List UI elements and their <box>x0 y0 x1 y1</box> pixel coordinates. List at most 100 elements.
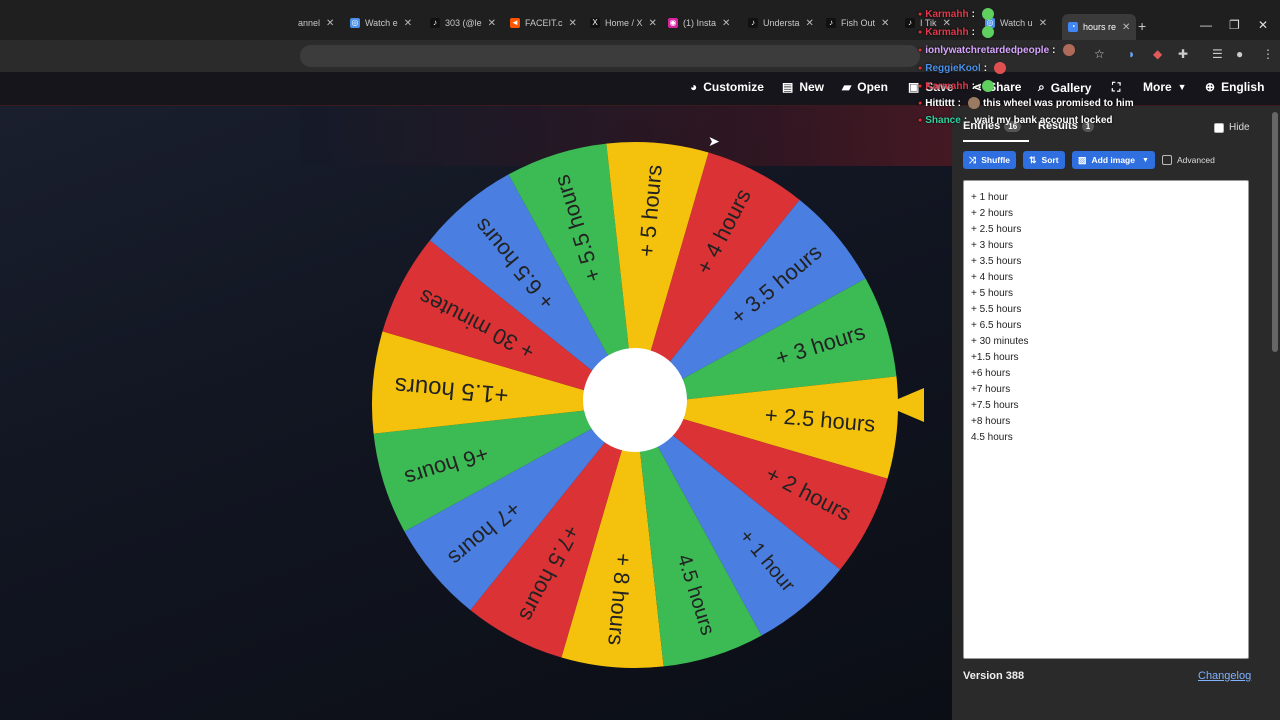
extension-icon[interactable]: ◆ <box>1153 47 1162 61</box>
globe-icon: ⊕ <box>1205 80 1216 94</box>
browser-tab[interactable]: ◄ FACEIT.c ✕ <box>510 10 577 36</box>
wheel-center-hub[interactable] <box>583 348 687 452</box>
close-tab-icon[interactable]: ✕ <box>488 18 496 29</box>
folder-icon: ▰ <box>842 80 852 94</box>
browser-tab[interactable]: ♪ Fish Out ✕ <box>826 10 889 36</box>
entries-textarea[interactable]: + 1 hour + 2 hours + 2.5 hours + 3 hours + 3… <box>963 180 1249 659</box>
chat-message: ● Karmahh : <box>918 26 997 38</box>
close-tab-icon[interactable]: ✕ <box>881 18 889 29</box>
tiktok-icon: ♪ <box>826 18 836 28</box>
close-window-button[interactable]: ✕ <box>1258 18 1268 32</box>
entry-line[interactable]: + 4 hours <box>971 270 1241 286</box>
open-button[interactable]: ▰ Open <box>842 80 888 94</box>
close-tab-icon[interactable]: ✕ <box>569 18 577 29</box>
gallery-button[interactable]: ⌕ Gallery <box>1038 80 1091 95</box>
shuffle-button[interactable]: ⤨ Shuffle <box>963 151 1017 169</box>
chat-text: this wheel was promised to him <box>983 97 1134 109</box>
extension-icon[interactable]: ◗ <box>1128 47 1135 61</box>
sort-button[interactable]: ⇅ Sort <box>1023 151 1065 169</box>
chat-message: ● Hittittt : this wheel was promised to hi… <box>918 97 1134 109</box>
close-tab-icon[interactable]: ✕ <box>722 18 730 29</box>
tiktok-icon: ♪ <box>905 18 915 28</box>
more-menu-button[interactable]: More ▼ <box>1143 80 1187 94</box>
entry-line[interactable]: + 3 hours <box>971 238 1241 254</box>
browser-tab[interactable]: ♪ Understa ✕ <box>748 10 814 36</box>
chat-separator: : <box>1052 44 1056 56</box>
chat-username: Hittittt <box>925 97 955 109</box>
browser-tab[interactable]: ◉ (1) Insta ✕ <box>668 10 730 36</box>
changelog-link[interactable]: Changelog <box>1198 670 1251 682</box>
add-image-button[interactable]: ▨ Add image ▼ <box>1072 151 1155 169</box>
checkbox-icon <box>1162 155 1172 165</box>
close-tab-icon[interactable]: ✕ <box>806 18 814 29</box>
chat-username: Karmahh <box>925 80 969 92</box>
emote-icon <box>1062 44 1075 56</box>
mouse-cursor-icon: ➤ <box>708 133 720 149</box>
entry-line[interactable]: + 2.5 hours <box>971 222 1241 238</box>
entry-line[interactable]: + 2 hours <box>971 206 1241 222</box>
entry-line[interactable]: +7.5 hours <box>971 398 1241 414</box>
close-tab-icon[interactable]: ✕ <box>326 18 334 29</box>
tiktok-icon: ♪ <box>430 18 440 28</box>
spin-wheel[interactable]: + 8 hours+7.5 hours+7 hours+6 hours+1.5 … <box>370 140 900 670</box>
hide-checkbox[interactable]: Hide <box>1214 122 1250 133</box>
customize-button[interactable]: ◕ Customize <box>690 80 764 94</box>
chat-separator: : <box>963 115 968 126</box>
tab-label: hours re <box>1083 22 1117 32</box>
close-tab-icon[interactable]: ✕ <box>1122 22 1130 33</box>
entry-line[interactable]: 4.5 hours <box>971 430 1241 446</box>
browser-tab[interactable]: ♪ 303 (@le ✕ <box>430 10 496 36</box>
chat-separator: : <box>957 97 962 109</box>
entry-line[interactable]: + 30 minutes <box>971 334 1241 350</box>
chat-username: Shance <box>925 115 961 126</box>
entry-line[interactable]: +7 hours <box>971 382 1241 398</box>
chat-separator: : <box>971 80 975 92</box>
entry-line[interactable]: +8 hours <box>971 414 1241 430</box>
entry-line[interactable]: + 5 hours <box>971 286 1241 302</box>
puzzle-icon[interactable]: ✚ <box>1178 47 1188 61</box>
url-field[interactable] <box>300 45 920 67</box>
profile-avatar-icon[interactable]: ● <box>1236 47 1243 61</box>
menu-dots-icon[interactable]: ⋮ <box>1262 47 1274 61</box>
chat-separator: : <box>971 8 975 20</box>
chat-separator: : <box>983 62 988 74</box>
language-button[interactable]: ⊕ English <box>1205 80 1264 94</box>
close-tab-icon[interactable]: ✕ <box>1039 18 1047 29</box>
maximize-button[interactable]: ❐ <box>1229 18 1240 32</box>
tab-label: 303 (@le <box>445 18 482 28</box>
sidebar-icon[interactable]: ☰ <box>1212 47 1223 61</box>
tab-label: Watch u <box>1000 18 1033 28</box>
entry-line[interactable]: + 1 hour <box>971 190 1241 206</box>
chat-message: ● Karmahh : <box>918 8 997 20</box>
chat-separator: : <box>971 26 975 38</box>
chat-username: ReggieKool <box>925 62 981 74</box>
entry-line[interactable]: + 5.5 hours <box>971 302 1241 318</box>
version-label: Version 388 <box>963 670 1025 682</box>
fullscreen-button[interactable]: ⛶ <box>1112 80 1126 95</box>
browser-tab[interactable]: annel ✕ <box>298 10 334 36</box>
emote-icon <box>968 97 981 109</box>
browser-tab[interactable]: X Home / X ✕ <box>590 10 657 36</box>
close-tab-icon[interactable]: ✕ <box>404 18 412 29</box>
entry-line[interactable]: +1.5 hours <box>971 350 1241 366</box>
file-icon: ▤ <box>782 80 794 94</box>
chat-badge-icon: ● <box>918 117 923 124</box>
wheel-pointer <box>884 388 924 422</box>
browser-tab[interactable]: ◔ hours re ✕ <box>1062 14 1137 40</box>
new-tab-button[interactable]: + <box>1138 18 1146 34</box>
close-tab-icon[interactable]: ✕ <box>649 18 657 29</box>
browser-tab[interactable]: ◎ Watch e ✕ <box>350 10 412 36</box>
chat-message: ● ionlywatchretardedpeople : <box>918 44 1078 56</box>
advanced-checkbox[interactable]: Advanced <box>1162 155 1215 165</box>
entry-line[interactable]: + 6.5 hours <box>971 318 1241 334</box>
scrollbar-thumb[interactable] <box>1272 112 1278 352</box>
entry-line[interactable]: +6 hours <box>971 366 1241 382</box>
new-button[interactable]: ▤ New <box>782 80 824 94</box>
emote-icon <box>981 80 994 92</box>
minimize-button[interactable]: — <box>1200 18 1212 32</box>
fullscreen-icon: ⛶ <box>1112 80 1121 94</box>
x-icon: X <box>590 18 600 28</box>
bookmark-star-icon[interactable]: ☆ <box>1094 47 1105 61</box>
entry-line[interactable]: + 3.5 hours <box>971 254 1241 270</box>
chat-username: ionlywatchretardedpeople <box>925 44 1050 56</box>
